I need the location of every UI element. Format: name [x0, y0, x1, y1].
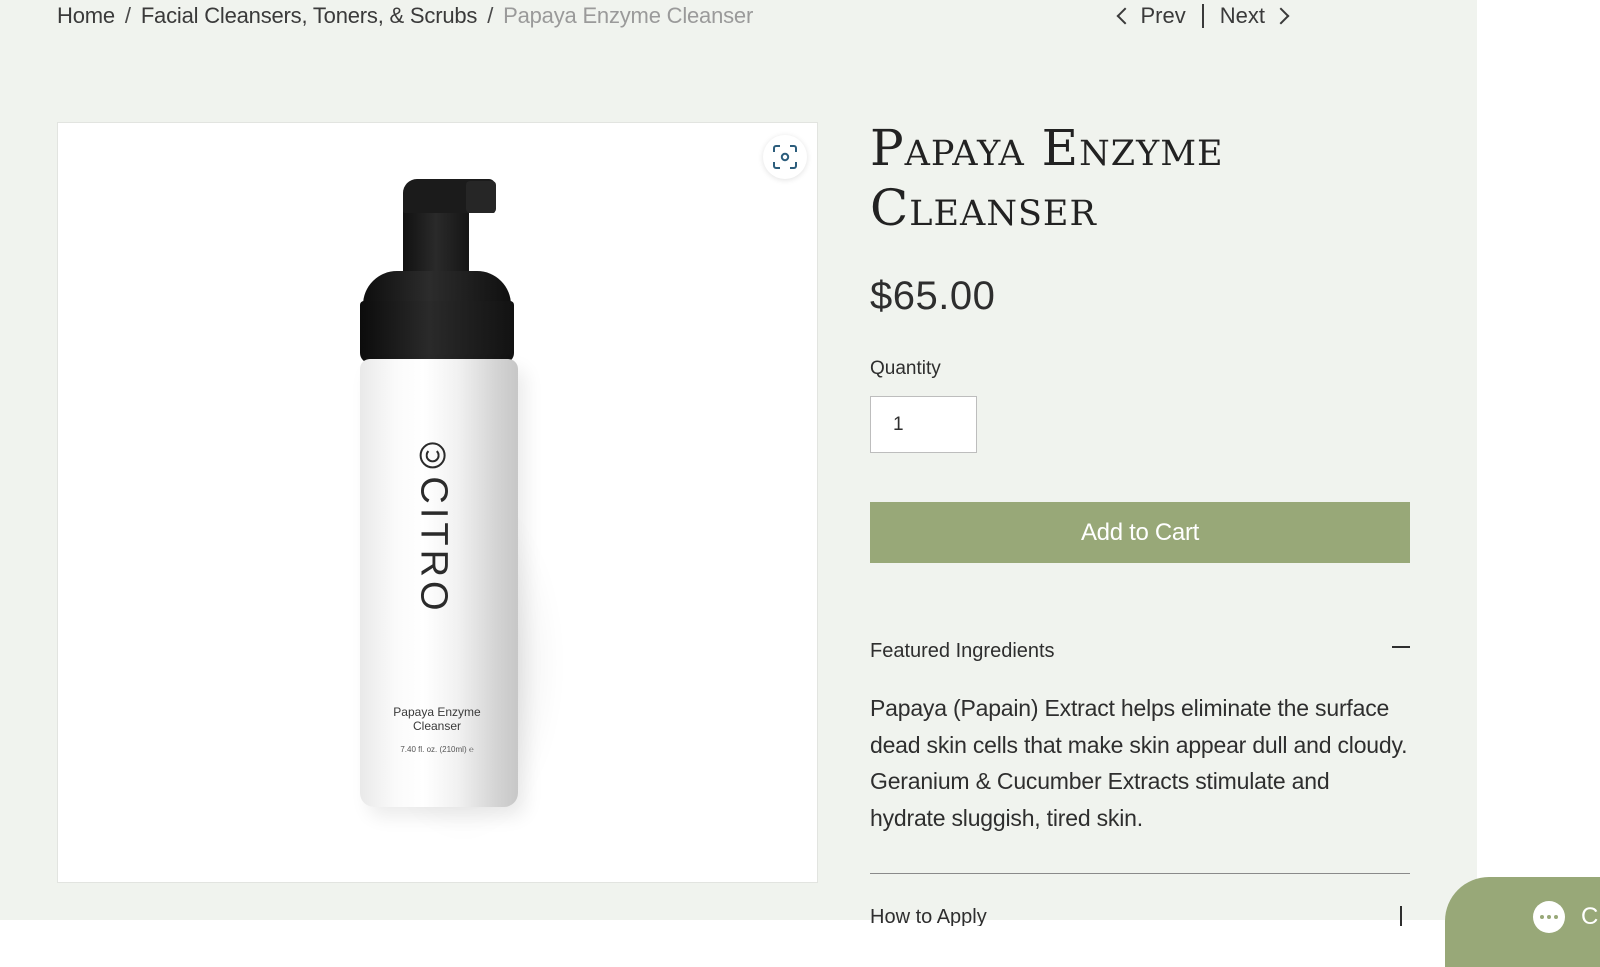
product-title: Papaya Enzyme Cleanser [870, 119, 1224, 237]
bottle-cap [360, 301, 514, 363]
breadcrumb: Home / Facial Cleansers, Toners, & Scrub… [57, 2, 753, 30]
breadcrumb-home-link[interactable]: Home [57, 3, 115, 29]
next-label: Next [1219, 3, 1265, 28]
product-image[interactable]: CITRO Papaya Enzyme Cleanser 7.40 fl. oz… [57, 122, 818, 883]
chat-widget[interactable]: C [1445, 877, 1600, 967]
bottle-label-name: Papaya Enzyme Cleanser [393, 705, 481, 733]
bottle-nozzle-tip [466, 181, 496, 213]
prev-label: Prev [1140, 3, 1186, 28]
brand-logo-icon [420, 441, 446, 468]
bottle-label-volume: 7.40 fl. oz. (210ml) ℮ [400, 745, 474, 754]
accordion-divider [870, 873, 1410, 874]
chevron-right-icon [1272, 7, 1290, 25]
prev-link[interactable]: Prev [1115, 3, 1186, 29]
product-price: $65.00 [870, 274, 996, 318]
featured-ingredients-toggle[interactable]: Featured Ingredients [870, 634, 1410, 668]
quantity-label: Quantity [870, 358, 941, 379]
pager-divider [1201, 4, 1204, 28]
featured-ingredients-body: Papaya (Papain) Extract helps eliminate … [870, 695, 1408, 831]
breadcrumb-separator: / [124, 3, 131, 28]
how-to-apply-title: How to Apply [870, 906, 987, 926]
next-link[interactable]: Next [1219, 3, 1290, 29]
bottle-brand: CITRO [358, 441, 508, 614]
breadcrumb-category-link[interactable]: Facial Cleansers, Toners, & Scrubs [141, 3, 478, 29]
minus-icon [1392, 646, 1410, 648]
plus-icon [1400, 906, 1402, 926]
product-pager: Prev Next [1115, 2, 1290, 30]
add-to-cart-button[interactable]: Add to Cart [870, 502, 1410, 563]
expand-focus-icon [773, 145, 797, 169]
quantity-input[interactable] [870, 396, 977, 453]
chat-label: C [1581, 903, 1599, 930]
how-to-apply-toggle[interactable]: How to Apply [870, 906, 1410, 926]
page: Home / Facial Cleansers, Toners, & Scrub… [0, 0, 1477, 926]
featured-ingredients-title: Featured Ingredients [870, 639, 1055, 662]
breadcrumb-separator: / [487, 3, 494, 28]
chevron-left-icon [1116, 7, 1133, 25]
bottle-cap-shoulder [363, 271, 511, 305]
breadcrumb-current: Papaya Enzyme Cleanser [503, 3, 754, 28]
chat-bubble-icon [1533, 901, 1565, 933]
bottle-brand-text: CITRO [412, 475, 455, 615]
zoom-button[interactable] [763, 135, 807, 179]
